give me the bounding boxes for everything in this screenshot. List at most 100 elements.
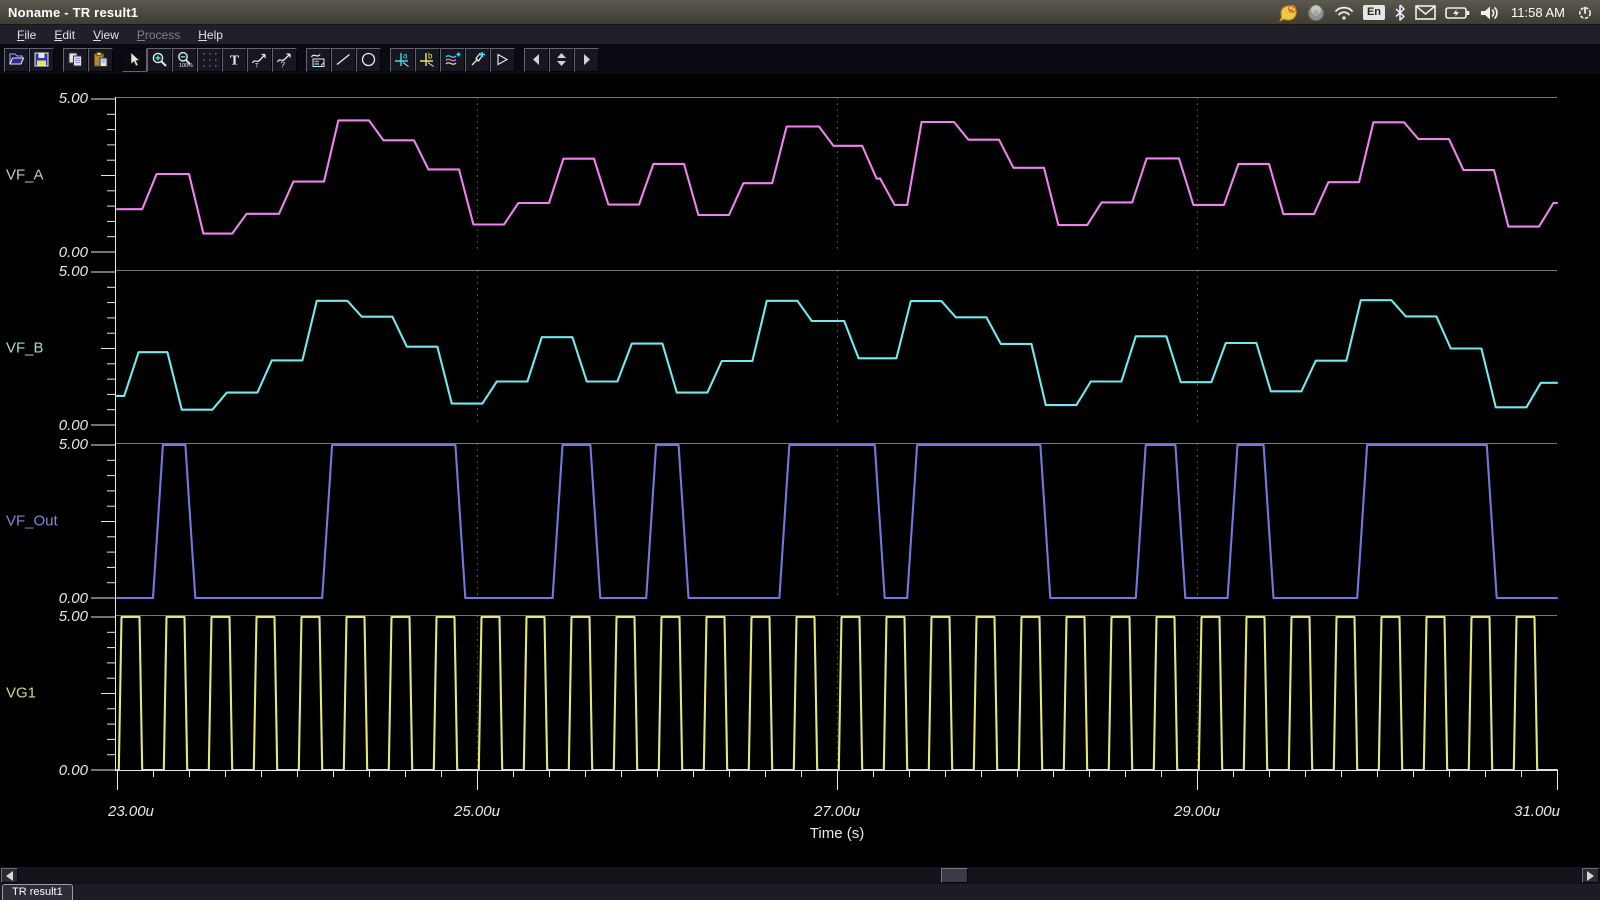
waveform-svg: 5.000.00VF_A5.000.00VF_B5.000.00VF_Out5.… xyxy=(0,74,1600,866)
toolbar-group xyxy=(524,48,599,72)
y-label-max: 5.00 xyxy=(59,90,89,107)
mail-icon[interactable] xyxy=(1415,0,1436,25)
y-label-min: 0.00 xyxy=(59,590,89,607)
signal-label-vf_a: VF_A xyxy=(6,167,44,184)
y-label-max: 5.00 xyxy=(59,263,89,280)
tool-marker-button[interactable] xyxy=(490,48,515,72)
toolbar-group xyxy=(306,48,381,72)
clock-text[interactable]: 11:58 AM xyxy=(1511,5,1565,20)
copy-icon xyxy=(67,51,84,68)
app-window: Noname - TR result1 En xyxy=(0,0,1600,900)
ellipse-icon xyxy=(360,51,377,68)
left-arrow-icon xyxy=(6,871,13,881)
tool-curve-query-button[interactable]: ? xyxy=(272,48,297,72)
signal-label-vf_out: VF_Out xyxy=(6,513,59,530)
ball-icon[interactable] xyxy=(1307,0,1325,25)
x-tick-label: 25.00u xyxy=(453,803,501,820)
add-curves-icon xyxy=(444,51,461,68)
tool-paste-button[interactable] xyxy=(88,48,113,72)
grid-icon xyxy=(201,51,218,68)
y-label-max: 5.00 xyxy=(59,436,89,453)
tool-zoom-in-button[interactable] xyxy=(147,48,172,72)
tool-line-button[interactable] xyxy=(331,48,356,72)
tool-save-button[interactable] xyxy=(29,48,54,72)
tool-probe-button[interactable] xyxy=(465,48,490,72)
tool-cursor-a-button[interactable]: a xyxy=(390,48,415,72)
y-label-min: 0.00 xyxy=(59,244,89,261)
menu-file[interactable]: File xyxy=(8,26,45,44)
svg-text:T: T xyxy=(255,64,259,69)
bluetooth-icon[interactable] xyxy=(1394,0,1406,25)
scroll-right-button[interactable] xyxy=(1582,868,1599,883)
x-axis-title: Time (s) xyxy=(810,825,864,842)
cursor-b-icon: b xyxy=(419,51,436,68)
tool-add-curves-button[interactable] xyxy=(440,48,465,72)
probe-icon xyxy=(469,51,486,68)
tool-select-button[interactable] xyxy=(122,48,147,72)
x-tick-label: 27.00u xyxy=(813,803,861,820)
y-label-min: 0.00 xyxy=(59,762,89,779)
waveform-plot-area[interactable]: 5.000.00VF_A5.000.00VF_B5.000.00VF_Out5.… xyxy=(0,74,1600,866)
nav-right-icon xyxy=(578,51,595,68)
messenger-icon[interactable] xyxy=(1278,0,1298,25)
title-bar: Noname - TR result1 En xyxy=(0,0,1600,25)
toolbar: 100%TT?ab xyxy=(0,45,1600,74)
tool-ellipse-button[interactable] xyxy=(356,48,381,72)
x-tick-label: 31.00u xyxy=(1514,803,1561,820)
menu-bar: FileEditViewProcessHelp xyxy=(0,25,1600,45)
select-icon xyxy=(126,51,143,68)
menu-help[interactable]: Help xyxy=(189,26,232,44)
signal-label-vg1: VG1 xyxy=(6,685,36,702)
line-icon xyxy=(335,51,352,68)
right-arrow-icon xyxy=(1587,871,1594,881)
wifi-icon[interactable] xyxy=(1334,0,1354,25)
zoom-in-icon xyxy=(151,51,168,68)
tab-tr-result1[interactable]: TR result1 xyxy=(2,884,73,900)
x-tick-label: 29.00u xyxy=(1173,803,1221,820)
zoom-out-100-icon: 100% xyxy=(176,51,193,68)
tool-curve-arrow-button[interactable]: T xyxy=(247,48,272,72)
tool-nav-spin-button[interactable] xyxy=(549,48,574,72)
tab-label: TR result1 xyxy=(12,886,63,898)
curve-arrow-icon: T xyxy=(251,51,268,68)
curve-query-icon: ? xyxy=(276,51,293,68)
tool-zoom-out-100-button[interactable]: 100% xyxy=(172,48,197,72)
menu-edit[interactable]: Edit xyxy=(45,26,84,44)
scrollbar-thumb[interactable] xyxy=(941,868,968,883)
y-label-min: 0.00 xyxy=(59,417,89,434)
menu-process: Process xyxy=(128,26,189,44)
marker-icon xyxy=(494,51,511,68)
tool-nav-right-button[interactable] xyxy=(574,48,599,72)
toolbar-group: ab xyxy=(390,48,515,72)
tool-copy-button[interactable] xyxy=(63,48,88,72)
scroll-left-button[interactable] xyxy=(1,868,18,883)
toolbar-group: 100% T T? xyxy=(122,48,297,72)
menu-view[interactable]: View xyxy=(84,26,128,44)
system-tray: En 11:58 AM xyxy=(1278,0,1594,25)
tool-curve-props-button[interactable] xyxy=(306,48,331,72)
toolbar-group xyxy=(4,48,54,72)
svg-text:100%: 100% xyxy=(179,63,193,68)
signal-label-vf_b: VF_B xyxy=(6,340,44,357)
tool-text-button[interactable]: T xyxy=(222,48,247,72)
y-label-max: 5.00 xyxy=(59,608,89,625)
open-icon xyxy=(8,51,25,68)
svg-text:a: a xyxy=(403,52,408,61)
curve-props-icon xyxy=(310,51,327,68)
tool-grid-button xyxy=(197,48,222,72)
toolbar-group xyxy=(63,48,113,72)
battery-icon[interactable] xyxy=(1445,0,1470,25)
svg-text:?: ? xyxy=(281,61,286,69)
tool-open-button[interactable] xyxy=(4,48,29,72)
result-tab-bar: TR result1 xyxy=(0,884,1600,900)
paste-icon xyxy=(92,51,109,68)
window-title: Noname - TR result1 xyxy=(8,5,138,20)
power-icon[interactable] xyxy=(1576,0,1594,25)
volume-icon[interactable] xyxy=(1479,0,1500,25)
nav-left-icon xyxy=(528,51,545,68)
tool-cursor-b-button[interactable]: b xyxy=(415,48,440,72)
keyboard-indicator[interactable]: En xyxy=(1363,5,1385,20)
tool-nav-left-button[interactable] xyxy=(524,48,549,72)
nav-spin-icon xyxy=(553,51,570,68)
horizontal-scrollbar xyxy=(0,866,1600,884)
